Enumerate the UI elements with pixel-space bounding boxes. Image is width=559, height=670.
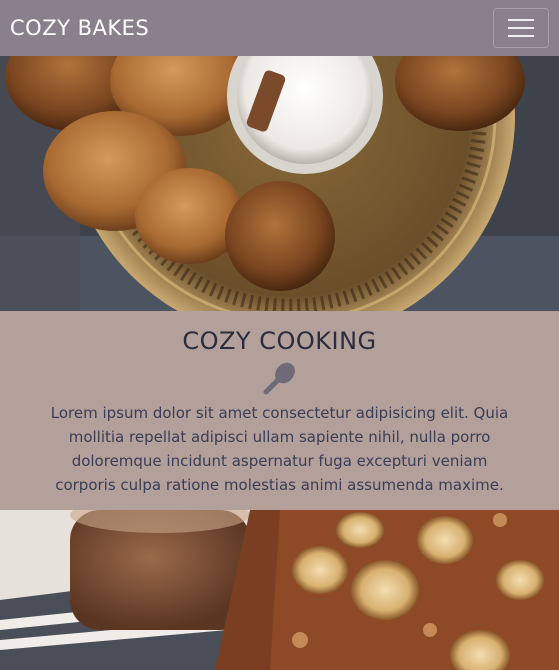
- spoon-icon: [260, 361, 300, 397]
- brand-logo[interactable]: COZY BAKES: [10, 16, 149, 40]
- section-title: COZY COOKING: [182, 327, 377, 355]
- cookies-photo: [0, 56, 559, 311]
- hamburger-menu-icon: [508, 19, 534, 21]
- banana-bread-photo: [0, 510, 559, 670]
- navbar: COZY BAKES: [0, 0, 559, 56]
- banana-bread-image: [0, 510, 559, 670]
- menu-toggle-button[interactable]: [493, 8, 549, 48]
- section-description: Lorem ipsum dolor sit amet consectetur a…: [50, 404, 509, 494]
- hero-image: [0, 56, 559, 311]
- cozy-cooking-section: COZY COOKING Lorem ipsum dolor sit amet …: [0, 311, 559, 510]
